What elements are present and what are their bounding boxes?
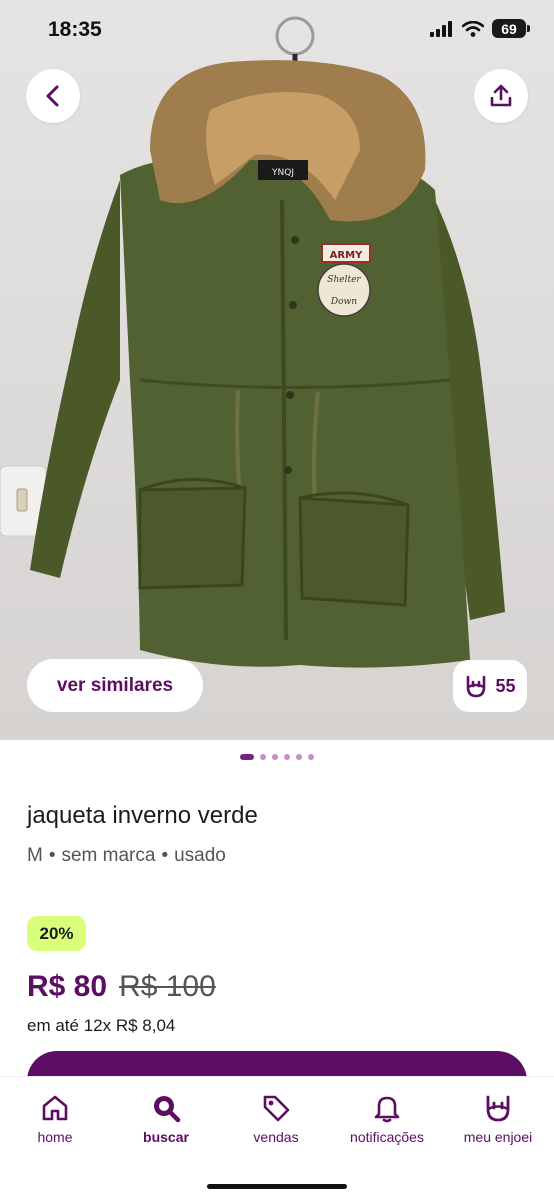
product-size: M: [27, 845, 43, 866]
meta-separator: •: [161, 845, 169, 866]
original-price: R$ 100: [119, 970, 216, 1003]
nav-item-notificacoes[interactable]: notificações: [332, 1093, 442, 1145]
nav-item-meu-enjoei[interactable]: meu enjoei: [443, 1093, 553, 1145]
home-icon: [42, 1095, 68, 1121]
gallery-dot[interactable]: [240, 754, 254, 760]
status-icons: 69: [430, 19, 530, 38]
share-icon: [490, 84, 512, 107]
gallery-dot[interactable]: [296, 754, 302, 760]
product-meta: M • sem marca • usado: [27, 845, 226, 867]
gallery-dot[interactable]: [308, 754, 314, 760]
product-photo[interactable]: YNQJ ARMY Shelter Down 18:35 69 ver simi…: [0, 0, 554, 740]
product-title: jaqueta inverno verde: [27, 802, 258, 829]
nav-label: meu enjoei: [463, 1129, 533, 1145]
svg-text:YNQJ: YNQJ: [271, 168, 294, 178]
svg-text:ARMY: ARMY: [330, 250, 363, 261]
battery-indicator: 69: [492, 19, 530, 38]
nav-item-buscar[interactable]: buscar: [111, 1093, 221, 1145]
price-row: R$ 80 R$ 100: [27, 970, 216, 1004]
status-time: 18:35: [48, 18, 102, 41]
nav-label: notificações: [350, 1129, 424, 1145]
nav-label: buscar: [143, 1129, 189, 1145]
back-button[interactable]: [26, 69, 80, 123]
home-indicator: [207, 1184, 347, 1189]
see-similar-button[interactable]: ver similares: [27, 659, 203, 712]
gallery-dot[interactable]: [284, 754, 290, 760]
enjoei-hand-icon: [486, 1095, 510, 1122]
gallery-dot[interactable]: [260, 754, 266, 760]
product-condition: usado: [174, 845, 226, 866]
nav-item-home[interactable]: home: [0, 1093, 110, 1145]
tag-icon: [263, 1095, 290, 1122]
bell-icon: [374, 1096, 400, 1123]
signal-icon: [430, 20, 452, 37]
status-bar: 18:35 69: [0, 0, 554, 60]
installments-info: em até 12x R$ 8,04: [27, 1016, 176, 1035]
discount-badge: 20%: [27, 916, 86, 951]
current-price: R$ 80: [27, 970, 108, 1003]
nav-label: home: [37, 1129, 73, 1145]
bottom-nav: home buscar vendas notificações meu enjo…: [0, 1076, 554, 1200]
chevron-left-icon: [46, 85, 59, 107]
svg-text:Shelter: Shelter: [327, 275, 361, 285]
product-brand: sem marca: [61, 845, 156, 866]
search-icon: [154, 1096, 181, 1123]
nav-item-vendas[interactable]: vendas: [221, 1093, 331, 1145]
share-button[interactable]: [474, 69, 528, 123]
svg-text:Down: Down: [330, 297, 357, 307]
gallery-pagination[interactable]: [0, 754, 554, 760]
jacket-image: YNQJ ARMY Shelter Down: [0, 16, 505, 668]
like-button[interactable]: 55: [453, 660, 527, 712]
nav-label: vendas: [253, 1129, 299, 1145]
enjoei-hand-icon: [467, 675, 486, 698]
gallery-dot[interactable]: [272, 754, 278, 760]
wifi-icon: [462, 20, 484, 37]
meta-separator: •: [48, 845, 56, 866]
likes-count: 55: [495, 675, 516, 696]
